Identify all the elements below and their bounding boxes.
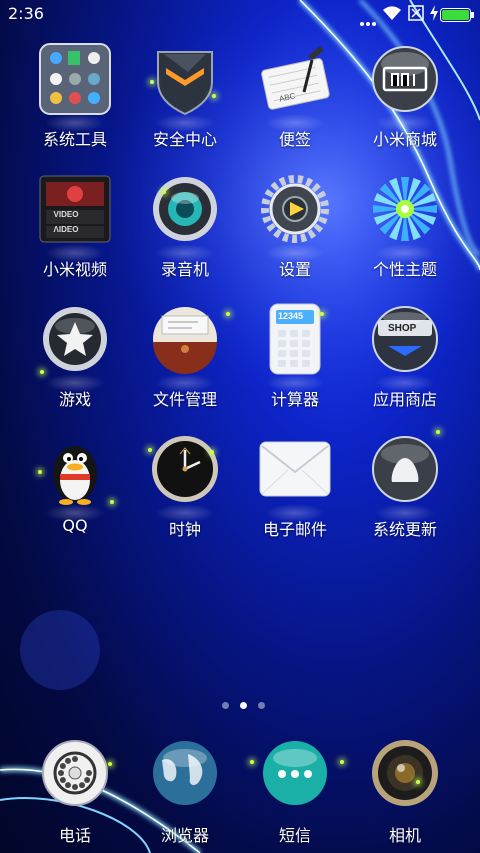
wifi-icon: [382, 5, 402, 25]
app-tools-folder[interactable]: 系统工具: [20, 42, 130, 160]
dock-camera-lens[interactable]: 相机: [350, 734, 460, 846]
app-label: 文件管理: [152, 390, 217, 409]
charging-icon: [430, 5, 438, 25]
app-label: 个性主题: [372, 260, 437, 279]
app-label: 游戏: [58, 390, 91, 409]
app-label: QQ: [62, 516, 88, 535]
app-gear[interactable]: 设置: [240, 172, 350, 290]
app-label: 系统更新: [372, 520, 437, 539]
sparkle-decoration: [340, 760, 344, 764]
sparkle-decoration: [250, 760, 254, 764]
sparkle-decoration: [212, 94, 216, 98]
globe-icon: [148, 736, 222, 810]
sparkle-decoration: [110, 500, 114, 504]
update-icon: [368, 432, 442, 506]
themes-flower-icon: [368, 172, 442, 246]
sparkle-decoration: [38, 470, 42, 474]
icon-text: VIDEO: [53, 224, 79, 233]
video-icon: [38, 172, 112, 246]
app-file-manager[interactable]: 文件管理: [130, 302, 240, 420]
dock-label: 相机: [388, 826, 421, 845]
sparkle-decoration: [150, 80, 154, 84]
app-label: 设置: [278, 260, 311, 279]
status-bar: 2:36: [0, 0, 480, 28]
sparkle-decoration: [416, 780, 420, 784]
game-star-icon: [38, 302, 112, 376]
app-notes[interactable]: ABC 便签: [240, 42, 350, 160]
file-manager-icon: [148, 302, 222, 376]
app-label: 安全中心: [152, 130, 217, 149]
shop-icon: [368, 302, 442, 376]
sparkle-decoration: [226, 312, 230, 316]
status-time: 2:36: [8, 4, 44, 23]
phone-icon: [38, 736, 112, 810]
app-label: 便签: [278, 130, 311, 149]
notes-icon: ABC: [258, 42, 332, 116]
app-label: 计算器: [270, 390, 319, 409]
app-clock[interactable]: 时钟: [130, 432, 240, 550]
tools-folder-icon: [38, 42, 112, 116]
app-game-star[interactable]: 游戏: [20, 302, 130, 420]
dock-phone[interactable]: 电话: [20, 734, 130, 846]
page-dot[interactable]: [240, 702, 247, 709]
app-calculator[interactable]: 12345 计算器: [240, 302, 350, 420]
shield-icon: [148, 42, 222, 116]
app-label: 应用商店: [372, 390, 437, 409]
app-shield[interactable]: 安全中心: [130, 42, 240, 160]
sparkle-decoration: [108, 762, 112, 766]
dock-label: 短信: [278, 826, 311, 845]
app-label: 小米商城: [372, 130, 437, 149]
app-label: 时钟: [168, 520, 201, 539]
camera-lens-icon: [368, 736, 442, 810]
message-icon: [258, 736, 332, 810]
more-icon: [360, 12, 376, 31]
app-mi-store[interactable]: 小米商城: [350, 42, 460, 160]
app-themes-flower[interactable]: 个性主题: [350, 172, 460, 290]
sparkle-decoration: [320, 312, 324, 316]
icon-text: 12345: [278, 311, 304, 321]
app-video[interactable]: VIDEO VIDEO 小米视频: [20, 172, 130, 290]
recorder-icon: [148, 172, 222, 246]
dock-label: 电话: [58, 826, 91, 845]
app-qq-penguin[interactable]: QQ: [20, 432, 130, 550]
sparkle-decoration: [162, 190, 166, 194]
app-recorder[interactable]: 录音机: [130, 172, 240, 290]
mi-store-icon: [368, 42, 442, 116]
app-shop[interactable]: SHOP 应用商店: [350, 302, 460, 420]
gear-icon: [258, 172, 332, 246]
sparkle-decoration: [148, 448, 152, 452]
email-icon: [258, 432, 332, 506]
icon-text: VIDEO: [53, 210, 79, 219]
icon-text: SHOP: [388, 323, 417, 334]
page-indicator: [0, 700, 480, 712]
sparkle-decoration: [210, 450, 214, 454]
dock-message[interactable]: 短信: [240, 734, 350, 846]
app-update[interactable]: 系统更新: [350, 432, 460, 550]
app-label: 系统工具: [42, 130, 107, 149]
page-dot[interactable]: [222, 702, 229, 709]
dock-label: 浏览器: [160, 826, 209, 845]
sparkle-decoration: [436, 430, 440, 434]
no-sim-icon: [408, 5, 424, 25]
clock-icon: [148, 432, 222, 506]
qq-penguin-icon: [38, 432, 112, 506]
sparkle-decoration: [40, 370, 44, 374]
page-dot[interactable]: [258, 702, 265, 709]
battery-icon: [440, 7, 474, 26]
dock-globe[interactable]: 浏览器: [130, 734, 240, 846]
app-label: 录音机: [160, 260, 209, 279]
app-email[interactable]: 电子邮件: [240, 432, 350, 550]
app-label: 电子邮件: [262, 520, 327, 539]
app-label: 小米视频: [42, 260, 107, 279]
